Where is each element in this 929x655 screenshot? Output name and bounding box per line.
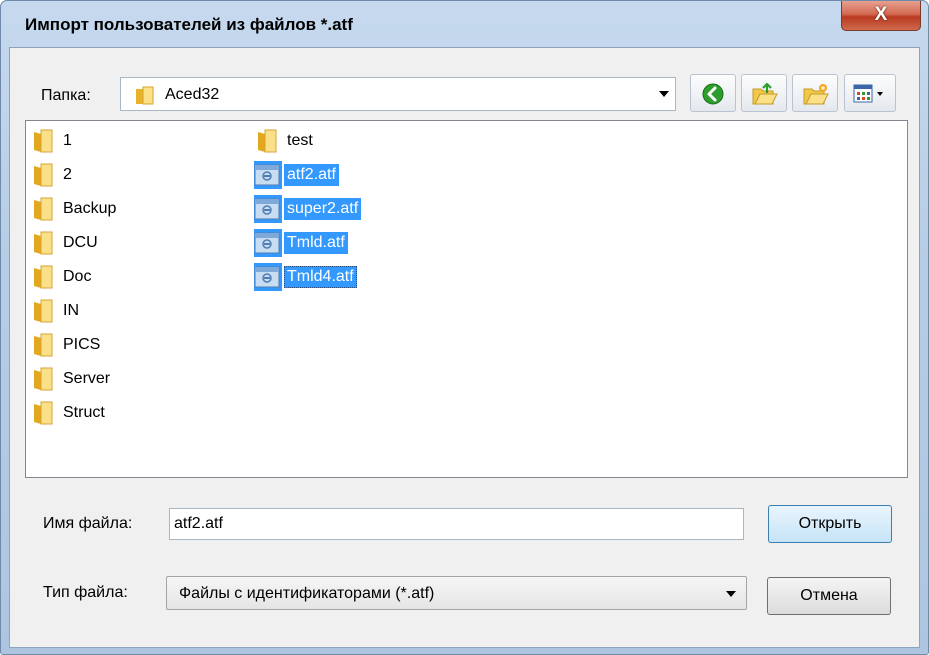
item-label: super2.atf bbox=[284, 198, 362, 220]
up-folder-button[interactable] bbox=[741, 74, 787, 112]
folder-icon bbox=[30, 195, 58, 223]
chevron-down-icon[interactable] bbox=[726, 591, 736, 597]
item-label: 2 bbox=[63, 166, 72, 183]
folder-icon bbox=[30, 365, 58, 393]
item-label: Tmld4.atf bbox=[284, 266, 357, 288]
folder-icon bbox=[30, 161, 58, 189]
green-back-arrow-icon bbox=[702, 83, 724, 105]
folder-icon bbox=[30, 229, 58, 257]
item-label: DCU bbox=[63, 234, 98, 251]
cancel-button[interactable]: Отмена bbox=[767, 577, 891, 615]
item-label: test bbox=[287, 132, 313, 149]
folder-combo[interactable]: Aced32 bbox=[120, 77, 676, 111]
atf-file-icon bbox=[254, 263, 282, 291]
folder-icon bbox=[30, 297, 58, 325]
folder-icon bbox=[30, 331, 58, 359]
current-folder-name: Aced32 bbox=[165, 86, 220, 103]
item-label: IN bbox=[63, 302, 79, 319]
atf-file-icon bbox=[254, 195, 282, 223]
folder-item[interactable]: Struct bbox=[30, 399, 108, 427]
filetype-value: Файлы с идентификаторами (*.atf) bbox=[179, 585, 435, 602]
file-item[interactable]: Tmld.atf bbox=[254, 229, 348, 257]
folder-item[interactable]: Server bbox=[30, 365, 113, 393]
new-folder-button[interactable] bbox=[792, 74, 838, 112]
item-label: Doc bbox=[63, 268, 92, 285]
view-menu-icon bbox=[853, 84, 883, 103]
atf-file-icon bbox=[254, 161, 282, 189]
file-item[interactable]: Tmld4.atf bbox=[254, 263, 357, 291]
view-menu-button[interactable] bbox=[844, 74, 896, 112]
dialog-window: Импорт пользователей из файлов *.atf X П… bbox=[0, 0, 929, 655]
folder-item[interactable]: IN bbox=[30, 297, 82, 325]
filetype-combo[interactable]: Файлы с идентификаторами (*.atf) bbox=[166, 576, 747, 610]
folder-icon bbox=[254, 127, 282, 155]
file-list[interactable]: 1 2 Backup DCU Doc IN PICS Server Struct test atf… bbox=[25, 120, 908, 478]
folder-icon bbox=[30, 399, 58, 427]
item-label: Backup bbox=[63, 200, 117, 217]
file-item[interactable]: atf2.atf bbox=[254, 161, 339, 189]
chevron-down-icon[interactable] bbox=[659, 91, 669, 97]
folder-item[interactable]: PICS bbox=[30, 331, 103, 359]
folder-item[interactable]: Doc bbox=[30, 263, 94, 291]
item-label: PICS bbox=[63, 336, 101, 353]
back-button[interactable] bbox=[690, 74, 736, 112]
atf-file-icon bbox=[254, 229, 282, 257]
folder-item[interactable]: test bbox=[254, 127, 316, 155]
item-label: Tmld.atf bbox=[284, 232, 348, 254]
folder-icon bbox=[136, 86, 154, 105]
item-label: atf2.atf bbox=[284, 164, 339, 186]
folder-label: Папка: bbox=[41, 87, 91, 104]
item-label: Struct bbox=[63, 404, 105, 421]
open-button[interactable]: Открыть bbox=[768, 505, 892, 543]
item-label: Server bbox=[63, 370, 111, 387]
new-folder-icon bbox=[803, 84, 829, 105]
folder-up-icon bbox=[752, 83, 778, 105]
file-item[interactable]: super2.atf bbox=[254, 195, 362, 223]
folder-item[interactable]: 2 bbox=[30, 161, 75, 189]
filename-label: Имя файла: bbox=[43, 515, 133, 532]
title-bar[interactable]: Импорт пользователей из файлов *.atf X bbox=[1, 1, 928, 47]
close-button[interactable]: X bbox=[841, 1, 921, 31]
folder-item[interactable]: 1 bbox=[30, 127, 75, 155]
close-icon: X bbox=[874, 4, 888, 25]
folder-icon bbox=[30, 127, 58, 155]
item-label: 1 bbox=[63, 132, 72, 149]
folder-item[interactable]: DCU bbox=[30, 229, 101, 257]
folder-icon bbox=[30, 263, 58, 291]
folder-item[interactable]: Backup bbox=[30, 195, 119, 223]
filetype-label: Тип файла: bbox=[43, 584, 128, 601]
filename-input[interactable] bbox=[169, 508, 744, 540]
window-title: Импорт пользователей из файлов *.atf bbox=[25, 15, 353, 34]
